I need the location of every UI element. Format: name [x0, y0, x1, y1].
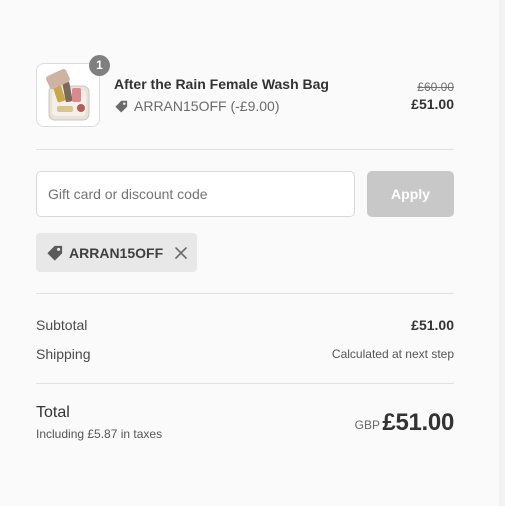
divider: [36, 383, 454, 384]
applied-discount-code: ARRAN15OFF: [69, 244, 164, 261]
tag-icon: [115, 100, 128, 112]
tag-icon: [47, 245, 63, 261]
line-item: 1 After the Rain Female Wash Bag ARRAN15…: [36, 55, 454, 127]
tax-note: Including £5.87 in taxes: [36, 427, 163, 441]
total-label: Total: [36, 404, 70, 421]
scrollbar-track[interactable]: [499, 0, 505, 506]
original-price: £60.00: [417, 80, 454, 94]
discount-code-input[interactable]: [36, 171, 355, 217]
product-thumbnail: 1: [36, 55, 110, 127]
divider: [36, 293, 454, 294]
shipping-value: Calculated at next step: [331, 347, 454, 361]
discounted-price: £51.00: [411, 96, 454, 112]
product-title: After the Rain Female Wash Bag: [114, 76, 329, 92]
total-value: £51.00: [382, 409, 454, 436]
product-discount-label: ARRAN15OFF (-£9.00): [134, 98, 280, 114]
close-icon[interactable]: [174, 246, 188, 260]
wash-bag-image: [46, 68, 90, 121]
subtotal-label: Subtotal: [36, 317, 88, 333]
shipping-label: Shipping: [36, 346, 91, 362]
currency-code: GBP: [354, 418, 380, 432]
product-discount: ARRAN15OFF (-£9.00): [114, 98, 279, 114]
quantity-badge: 1: [89, 55, 110, 76]
subtotal-value: £51.00: [411, 317, 454, 333]
divider: [36, 149, 454, 150]
apply-button[interactable]: Apply: [367, 171, 454, 217]
applied-discount-chip: ARRAN15OFF: [36, 233, 198, 272]
